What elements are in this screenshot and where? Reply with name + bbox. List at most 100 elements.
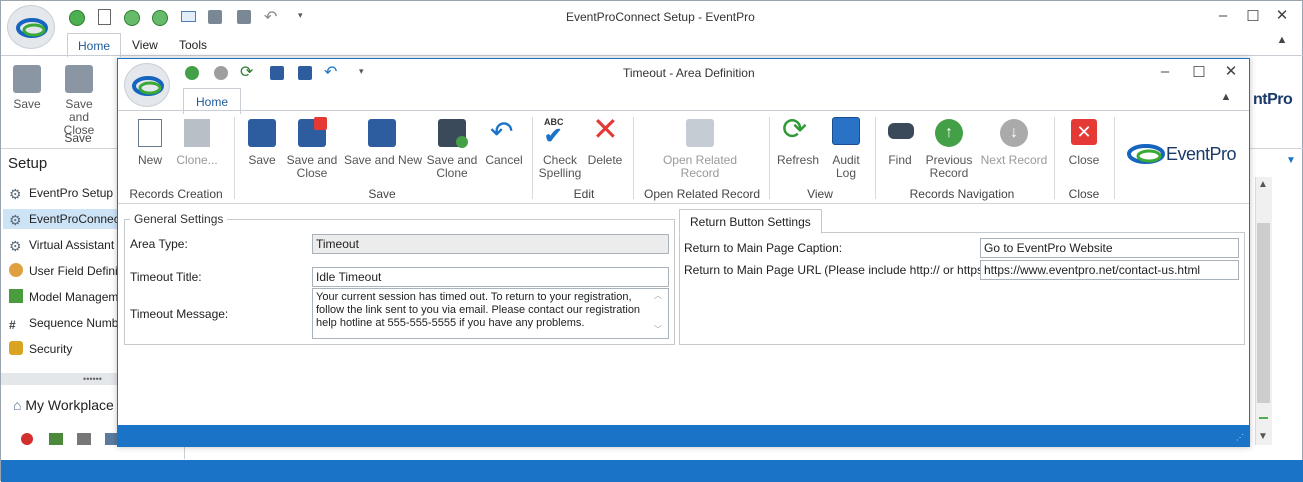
delete-icon[interactable]: ✕ [592,113,619,145]
dialog-maximize-icon[interactable]: ☐ [1185,63,1213,81]
clone-icon[interactable] [184,119,210,147]
textarea-scroll-down-icon[interactable]: ﹀ [654,324,662,335]
save-icon[interactable] [208,10,222,24]
pin-icon[interactable] [21,433,33,445]
workplace-item[interactable]: ⌂ My Workplace [13,397,114,413]
url-input[interactable]: https://www.eventpro.net/contact-us.html [980,260,1239,280]
qat-more-icon[interactable]: ▾ [359,66,364,77]
tool-icon[interactable] [105,433,117,445]
spellcheck-icon[interactable]: ABC ✔ [544,117,578,147]
clock-icon-2[interactable] [152,10,168,26]
save-clone-check-icon [456,136,468,148]
nav-eventpro-setup[interactable]: ⚙ EventPro Setup [9,183,113,203]
ribbon-sep-1 [234,117,235,199]
nav-user-field[interactable]: User Field Definitio [9,261,130,281]
printer-icon[interactable] [77,433,91,445]
open-related-button[interactable]: Open Related Record [662,154,738,180]
group-edit: Edit [573,187,595,201]
tab-home[interactable]: Home [67,33,122,57]
next-record-button[interactable]: Next Record [980,154,1048,167]
save-disk-icon[interactable] [248,119,276,147]
timeout-title-input[interactable]: Idle Timeout [312,267,669,287]
previous-record-icon[interactable]: ↑ [935,119,963,147]
nav-model-management[interactable]: Model Managemen [9,287,132,307]
ribbon-collapse-icon[interactable]: ▲ [1268,34,1296,46]
dialog-logo[interactable] [124,63,170,107]
report-icon[interactable] [49,433,63,445]
cancel-button[interactable]: Cancel [484,154,524,167]
dialog-ribbon-collapse-icon[interactable]: ▲ [1212,91,1240,103]
save-close-icon[interactable] [237,10,251,24]
cancel-icon[interactable]: ↶ [490,115,513,148]
ribbon-sep-6 [1054,117,1055,199]
save-new-disk-icon[interactable] [368,119,396,147]
previous-record-button[interactable]: Previous Record [924,154,974,180]
save-close-button[interactable]: Save and Close [286,154,338,180]
qat-up-icon[interactable] [185,66,199,80]
outer-save-close-icon[interactable] [65,65,93,93]
minimize-icon[interactable]: – [1209,7,1237,24]
app-logo[interactable] [7,5,55,49]
qat-down-icon[interactable] [214,66,228,80]
outer-logo-text: ntPro [1253,91,1293,108]
outer-scroll-up-icon[interactable]: ▲ [1258,179,1268,190]
ribbon-sep-3 [633,117,634,199]
outer-save-icon[interactable] [13,65,41,93]
close-button[interactable]: Close [1064,154,1104,167]
dialog-title: Timeout - Area Definition [623,66,755,80]
find-button[interactable]: Find [882,154,918,167]
qat-save-close-icon[interactable] [298,66,312,80]
clone-button[interactable]: Clone... [174,154,220,167]
document-icon[interactable] [98,9,111,25]
save-new-button[interactable]: Save and New [344,154,422,167]
outer-dropdown-icon[interactable]: ▼ [1286,155,1296,166]
timeout-title-label: Timeout Title: [130,270,202,284]
resize-grip-icon[interactable]: ⋰ [1236,433,1244,442]
group-view: View [807,187,833,201]
save-clone-button[interactable]: Save and Clone [426,154,478,180]
next-record-icon[interactable]: ↓ [1000,119,1028,147]
refresh-button[interactable]: Refresh [774,154,822,167]
dialog-minimize-icon[interactable]: – [1151,63,1179,80]
mail-icon[interactable] [181,11,196,22]
close-record-icon[interactable]: ✕ [1071,119,1097,145]
area-type-label: Area Type: [130,237,188,251]
open-related-icon[interactable] [686,119,714,147]
audit-log-button[interactable]: Audit Log [826,154,866,180]
save-button[interactable]: Save [242,154,282,167]
maximize-icon[interactable]: ☐ [1239,7,1267,25]
refresh-icon[interactable]: ⟳ [782,115,807,145]
new-icon[interactable] [138,119,162,147]
dialog-close-icon[interactable]: ✕ [1217,62,1245,80]
binoculars-icon[interactable] [888,123,914,139]
outer-scroll-thumb[interactable] [1257,223,1270,403]
audit-log-icon[interactable] [832,117,860,145]
qat-green-icon[interactable] [69,10,85,26]
qat-dropdown-icon[interactable]: ▾ [298,10,303,21]
timeout-message-textarea[interactable]: Your current session has timed out. To r… [312,288,669,339]
tab-view[interactable]: View [132,38,158,52]
ribbon-line [1,55,1303,56]
nav-sequence-number[interactable]: # Sequence Number [9,313,129,333]
qat-undo-icon[interactable]: ↶ [324,62,337,82]
dialog-ribbon-bottom [118,203,1249,204]
tab-tools[interactable]: Tools [179,38,207,52]
qat-save-icon[interactable] [270,66,284,80]
status-bar [1,460,1303,482]
caption-input[interactable]: Go to EventPro Website [980,238,1239,258]
undo-icon[interactable]: ↶ [264,7,277,27]
dialog-window: ⟳ ↶ ▾ Timeout - Area Definition – ☐ ✕ ▲ … [117,58,1250,447]
outer-scroll-down-icon[interactable]: ▼ [1258,431,1268,442]
close-icon[interactable]: ✕ [1268,6,1296,24]
clock-icon[interactable] [124,10,140,26]
check-spelling-button[interactable]: Check Spelling [536,154,584,180]
eventpro-logo-text: EventPro [1166,144,1237,164]
nav-virtual-assistant[interactable]: ⚙ Virtual Assistant Se [9,235,132,255]
nav-eventproconnect[interactable]: ⚙ EventProConnect [3,209,123,229]
nav-security[interactable]: Security [9,339,72,359]
qat-refresh-icon[interactable]: ⟳ [240,62,253,82]
textarea-scroll-up-icon[interactable]: ︿ [654,290,662,301]
return-settings-tab[interactable]: Return Button Settings [679,209,822,234]
new-button[interactable]: New [130,154,170,167]
delete-button[interactable]: Delete [584,154,626,167]
